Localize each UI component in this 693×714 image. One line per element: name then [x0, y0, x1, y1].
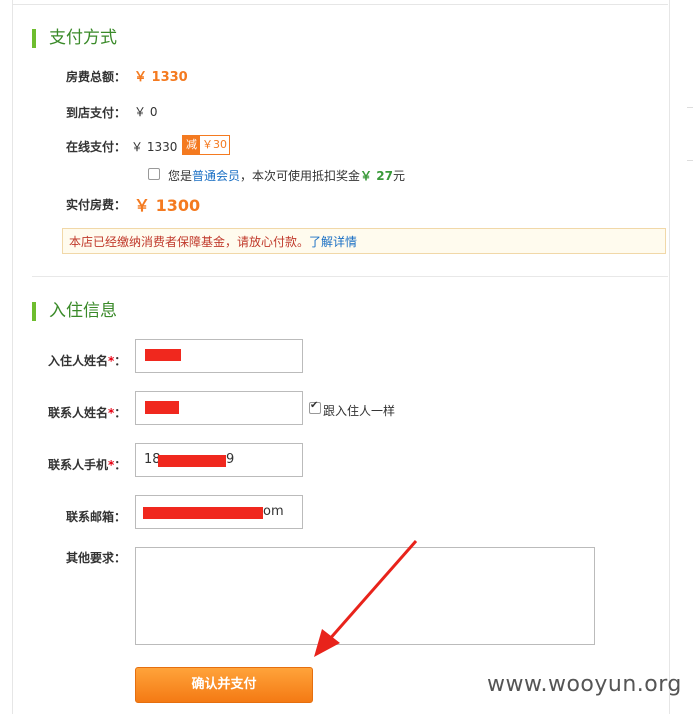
- redaction-mark: [158, 455, 226, 467]
- actual-pay-value: ￥ 1300: [134, 196, 201, 215]
- email-input[interactable]: om: [135, 495, 303, 529]
- discount-badge: 减 ￥30: [182, 135, 230, 155]
- email-label: 联系邮箱：: [66, 510, 127, 524]
- contact-phone-label: 联系人手机*：: [48, 458, 127, 472]
- store-pay-value: ￥ 0: [134, 105, 158, 119]
- use-bonus-checkbox[interactable]: [148, 168, 160, 180]
- red-arrow-annotation: [314, 540, 418, 657]
- redaction-mark: [143, 507, 263, 519]
- checkin-section-title: 入住信息: [32, 302, 117, 321]
- store-pay-label: 到店支付：: [66, 106, 127, 120]
- other-requests-label: 其他要求：: [66, 551, 127, 565]
- member-bonus-text: 您是普通会员，本次可使用抵扣奖金￥ 27元: [168, 169, 405, 183]
- guarantee-notice: 本店已经缴纳消费者保障基金，请放心付款。了解详情: [62, 228, 666, 254]
- discount-value: ￥30: [202, 138, 227, 151]
- section-divider: [32, 276, 668, 277]
- total-label: 房费总额：: [66, 70, 127, 84]
- online-pay-label: 在线支付：: [66, 140, 127, 154]
- contact-phone-input[interactable]: 18 9: [135, 443, 303, 477]
- redaction-mark: [145, 401, 179, 414]
- total-value: ￥ 1330: [134, 70, 188, 85]
- discount-tag: 减: [183, 136, 200, 154]
- online-pay-value: ￥ 1330: [131, 140, 178, 154]
- member-level-link[interactable]: 普通会员: [192, 169, 240, 183]
- notice-detail-link[interactable]: 了解详情: [309, 235, 357, 249]
- actual-pay-label: 实付房费：: [66, 198, 127, 212]
- same-as-guest-checkbox[interactable]: [309, 400, 321, 414]
- top-border: [12, 4, 668, 5]
- guest-name-input[interactable]: [135, 339, 303, 373]
- right-edge-mark: [687, 107, 693, 108]
- payment-section-title: 支付方式: [32, 29, 117, 48]
- watermark: www.wooyun.org: [487, 672, 682, 697]
- same-as-guest-label: 跟入住人一样: [323, 404, 396, 418]
- guest-name-label: 入住人姓名*：: [48, 354, 127, 368]
- confirm-pay-button[interactable]: 确认并支付: [135, 667, 313, 703]
- contact-name-input[interactable]: [135, 391, 303, 425]
- right-edge-mark: [687, 160, 693, 161]
- redaction-mark: [145, 349, 181, 361]
- contact-name-label: 联系人姓名*：: [48, 406, 127, 420]
